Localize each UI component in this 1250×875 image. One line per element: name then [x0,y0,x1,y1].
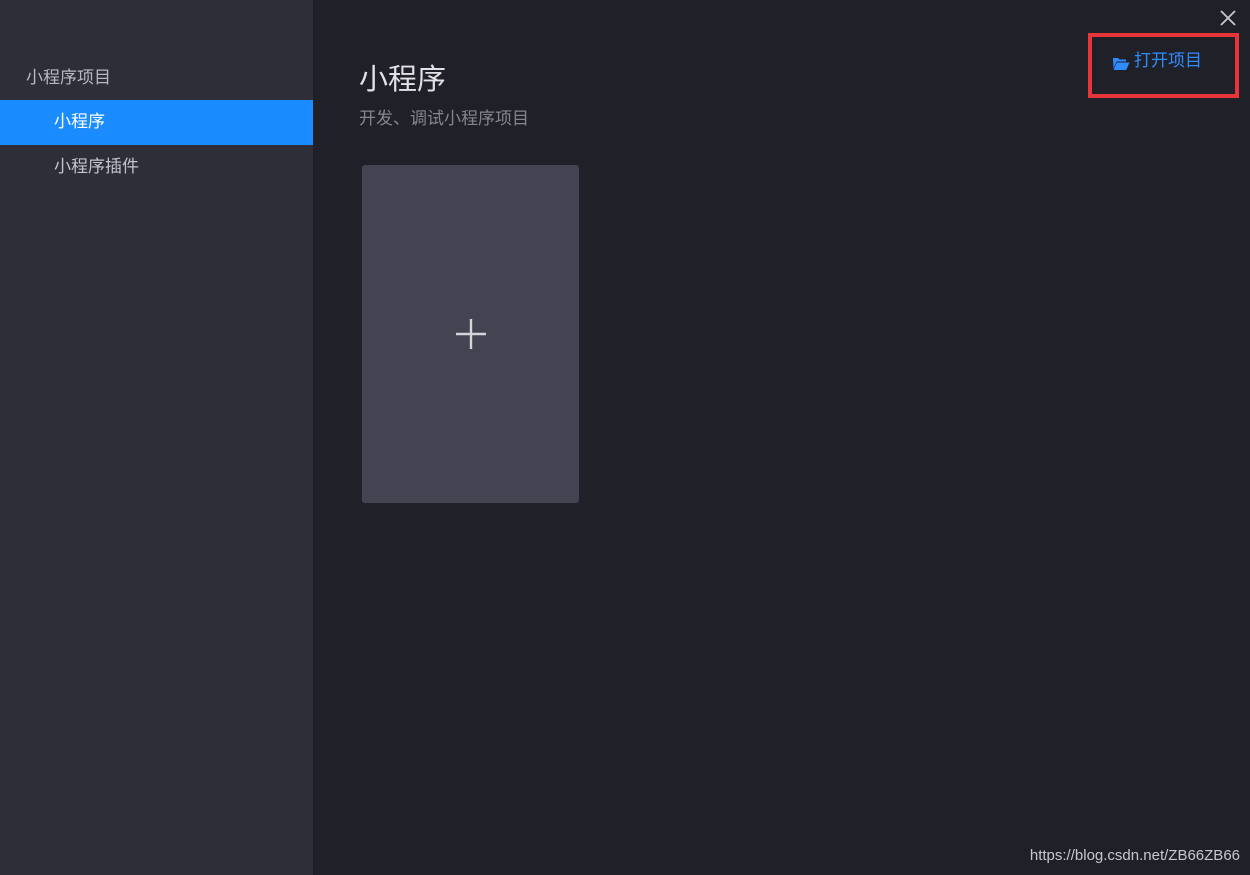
close-icon[interactable] [1216,6,1240,30]
new-project-card[interactable] [362,165,579,503]
plus-icon [456,319,486,349]
sidebar: 小程序项目 小程序 小程序插件 [0,0,313,875]
watermark-url: https://blog.csdn.net/ZB66ZB66 [1029,847,1240,864]
sidebar-item-mini-program-plugin[interactable]: 小程序插件 [0,145,313,190]
open-project-label: 打开项目 [1134,51,1202,71]
page-subtitle: 开发、调试小程序项目 [359,109,529,129]
folder-open-icon [1113,58,1130,70]
app-window: 小程序项目 小程序 小程序插件 小程序 开发、调试小程序项目 打开项目 http… [0,0,1250,875]
page-title: 小程序 [359,62,447,96]
sidebar-item-mini-program[interactable]: 小程序 [0,100,313,145]
open-project-button[interactable]: 打开项目 [1088,33,1239,98]
sidebar-section-title: 小程序项目 [26,68,111,88]
